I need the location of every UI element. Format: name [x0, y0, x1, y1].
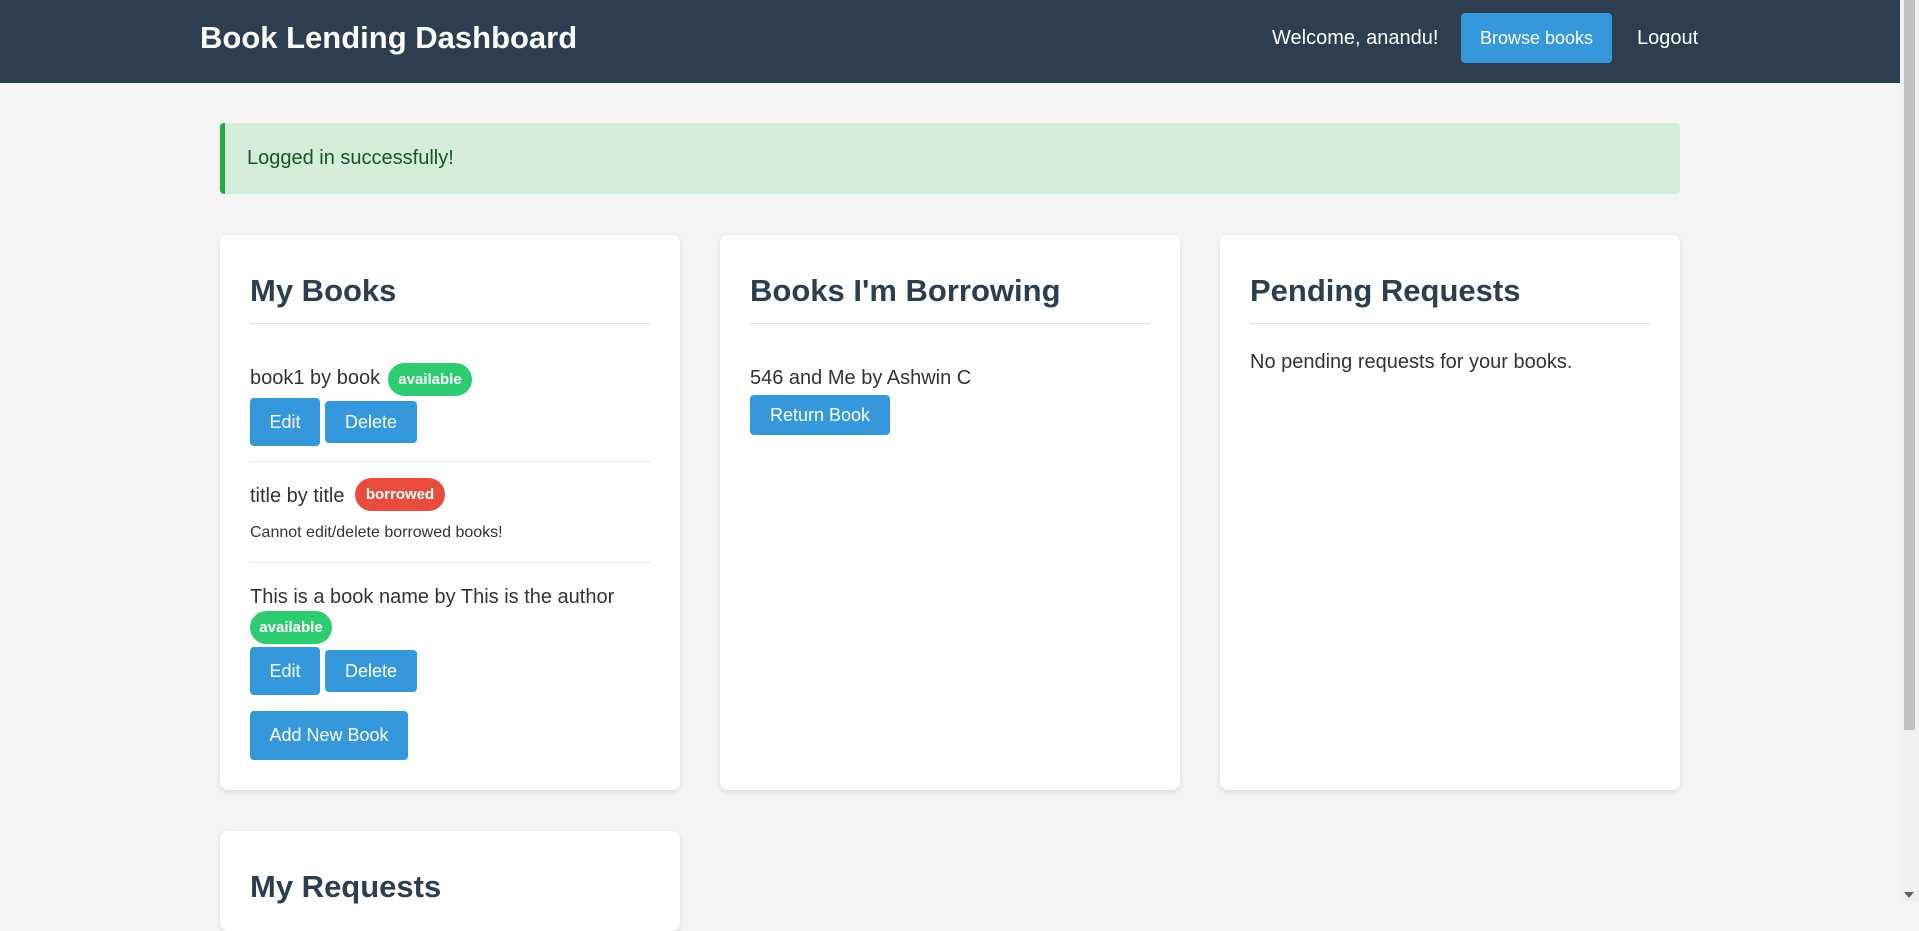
borrowing-card: Books I'm Borrowing 546 and Me by Ashwin…: [720, 235, 1180, 790]
borrowing-title: Books I'm Borrowing: [750, 273, 1061, 308]
item-divider: [250, 562, 652, 563]
my-requests-card: My Requests: [220, 831, 680, 931]
pending-requests-title: Pending Requests: [1250, 273, 1521, 308]
alert-message: Logged in successfully!: [247, 147, 454, 169]
scroll-down-arrow-icon[interactable]: [1904, 892, 1914, 898]
page-scrollbar[interactable]: [1900, 0, 1919, 902]
scrollbar-thumb[interactable]: [1904, 0, 1915, 730]
delete-button[interactable]: Delete: [325, 401, 417, 443]
pending-requests-card: Pending Requests No pending requests for…: [1220, 235, 1680, 790]
card-divider: [750, 323, 1150, 324]
edit-button[interactable]: Edit: [250, 647, 320, 695]
status-badge: available: [250, 611, 332, 644]
borrowed-book-title: 546 and Me by Ashwin C: [750, 367, 972, 389]
book-item-title: This is a book name by This is the autho…: [250, 586, 615, 608]
my-requests-title: My Requests: [250, 869, 442, 904]
card-divider: [1250, 323, 1650, 324]
welcome-text: Welcome, anandu!: [1272, 27, 1439, 49]
my-books-title: My Books: [250, 273, 397, 308]
borrowed-note: Cannot edit/delete borrowed books!: [250, 524, 503, 541]
browse-books-button[interactable]: Browse books: [1461, 13, 1612, 63]
logout-link[interactable]: Logout: [1637, 27, 1698, 50]
add-new-book-button[interactable]: Add New Book: [250, 711, 408, 760]
status-badge: available: [388, 363, 472, 396]
delete-button[interactable]: Delete: [325, 650, 417, 692]
app-title: Book Lending Dashboard: [200, 20, 578, 55]
item-divider: [250, 461, 652, 462]
top-navbar: Book Lending Dashboard Welcome, anandu! …: [0, 0, 1900, 83]
status-badge: borrowed: [355, 478, 445, 511]
book-item-title: title by title: [250, 485, 345, 507]
edit-button[interactable]: Edit: [250, 398, 320, 446]
empty-state-text: No pending requests for your books.: [1250, 351, 1573, 373]
my-books-card: My Books book1 by book available Edit De…: [220, 235, 680, 790]
card-divider: [250, 323, 650, 324]
success-alert: Logged in successfully!: [220, 123, 1680, 194]
return-book-button[interactable]: Return Book: [750, 395, 890, 435]
book-item-title: book1 by book: [250, 367, 381, 389]
